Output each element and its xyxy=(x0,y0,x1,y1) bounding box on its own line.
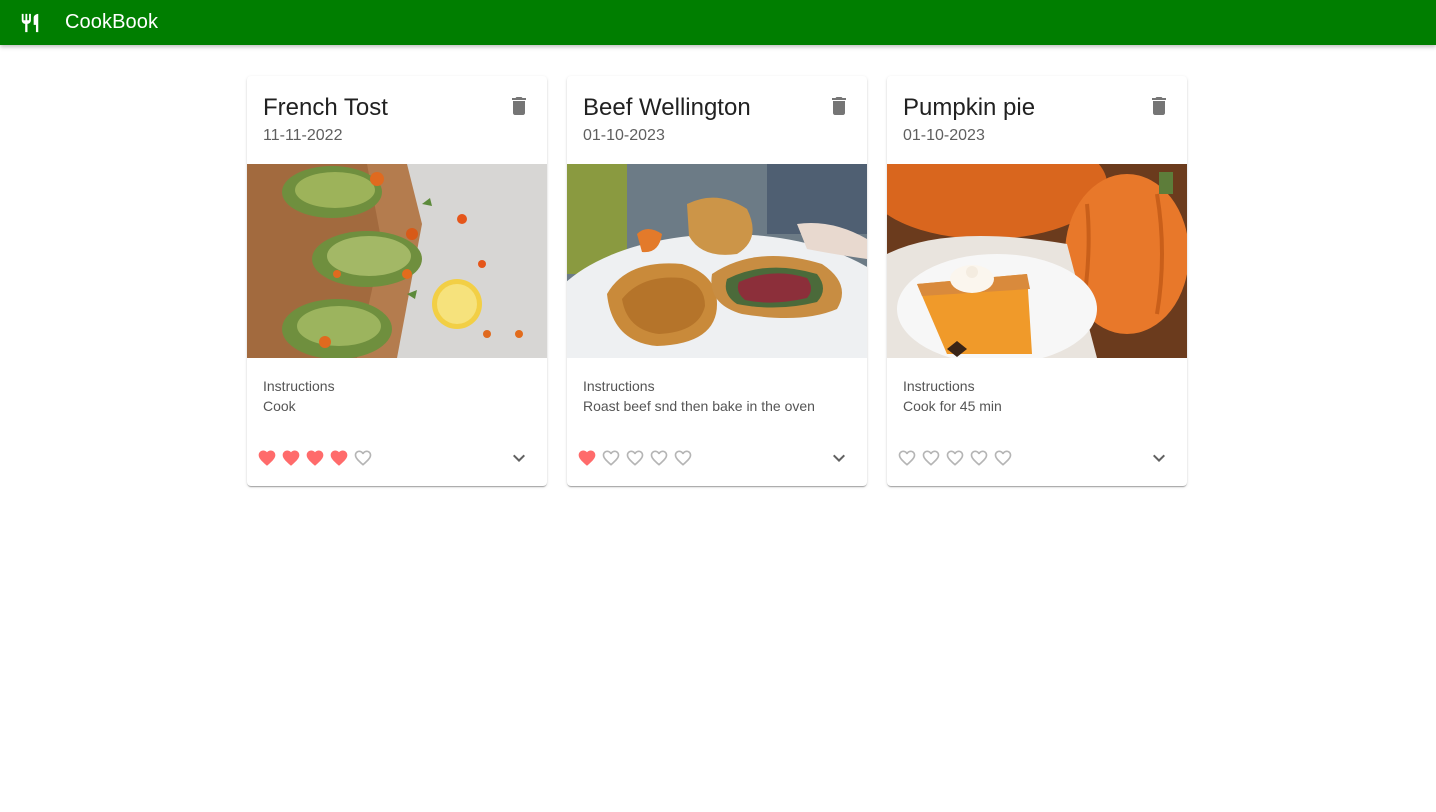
heart-outline-icon[interactable] xyxy=(673,448,693,468)
heart-outline-icon[interactable] xyxy=(601,448,621,468)
card-content: Instructions Cook for 45 min xyxy=(903,376,1002,416)
recipe-card: Pumpkin pie 01-10-2023 Instructions Cook… xyxy=(887,76,1187,486)
recipe-image xyxy=(887,164,1187,358)
heart-outline-icon[interactable] xyxy=(625,448,645,468)
heart-outline-icon[interactable] xyxy=(353,448,373,468)
expand-button[interactable] xyxy=(827,448,851,472)
card-header: Pumpkin pie 01-10-2023 xyxy=(887,76,1187,164)
recipe-card-list: French Tost 11-11-2022 Instructions Cook… xyxy=(247,76,1187,486)
heart-filled-icon[interactable] xyxy=(329,448,349,468)
card-header: Beef Wellington 01-10-2023 xyxy=(567,76,867,164)
heart-outline-icon[interactable] xyxy=(945,448,965,468)
heart-outline-icon[interactable] xyxy=(921,448,941,468)
chevron-down-icon xyxy=(827,446,851,475)
recipe-card: French Tost 11-11-2022 Instructions Cook xyxy=(247,76,547,486)
recipe-image xyxy=(247,164,547,358)
rating xyxy=(577,448,693,468)
recipe-image xyxy=(567,164,867,358)
delete-button[interactable] xyxy=(827,96,851,120)
recipe-date: 01-10-2023 xyxy=(903,127,985,144)
app-bar: CookBook xyxy=(0,0,1436,45)
trash-icon xyxy=(507,94,531,123)
recipe-card: Beef Wellington 01-10-2023 Instructions … xyxy=(567,76,867,486)
delete-button[interactable] xyxy=(507,96,531,120)
card-content: Instructions Roast beef snd then bake in… xyxy=(583,376,815,416)
heart-outline-icon[interactable] xyxy=(969,448,989,468)
recipe-date: 11-11-2022 xyxy=(263,127,343,144)
app-title: CookBook xyxy=(65,11,159,33)
heart-filled-icon[interactable] xyxy=(577,448,597,468)
expand-button[interactable] xyxy=(507,448,531,472)
instructions-label: Instructions xyxy=(263,378,335,394)
card-header: French Tost 11-11-2022 xyxy=(247,76,547,164)
instructions-text: Cook for 45 min xyxy=(903,398,1002,414)
chevron-down-icon xyxy=(507,446,531,475)
instructions-label: Instructions xyxy=(583,378,655,394)
heart-outline-icon[interactable] xyxy=(993,448,1013,468)
instructions-text: Roast beef snd then bake in the oven xyxy=(583,398,815,414)
restaurant-icon xyxy=(18,11,42,35)
recipe-title: Beef Wellington xyxy=(583,94,751,121)
recipe-title: Pumpkin pie xyxy=(903,94,1036,121)
trash-icon xyxy=(827,94,851,123)
heart-filled-icon[interactable] xyxy=(281,448,301,468)
heart-outline-icon[interactable] xyxy=(897,448,917,468)
heart-outline-icon[interactable] xyxy=(649,448,669,468)
expand-button[interactable] xyxy=(1147,448,1171,472)
heart-filled-icon[interactable] xyxy=(257,448,277,468)
heart-filled-icon[interactable] xyxy=(305,448,325,468)
instructions-label: Instructions xyxy=(903,378,975,394)
recipe-title: French Tost xyxy=(263,94,388,121)
instructions-text: Cook xyxy=(263,398,296,414)
chevron-down-icon xyxy=(1147,446,1171,475)
rating xyxy=(257,448,373,468)
rating xyxy=(897,448,1013,468)
recipe-date: 01-10-2023 xyxy=(583,127,665,144)
trash-icon xyxy=(1147,94,1171,123)
card-content: Instructions Cook xyxy=(263,376,335,416)
delete-button[interactable] xyxy=(1147,96,1171,120)
